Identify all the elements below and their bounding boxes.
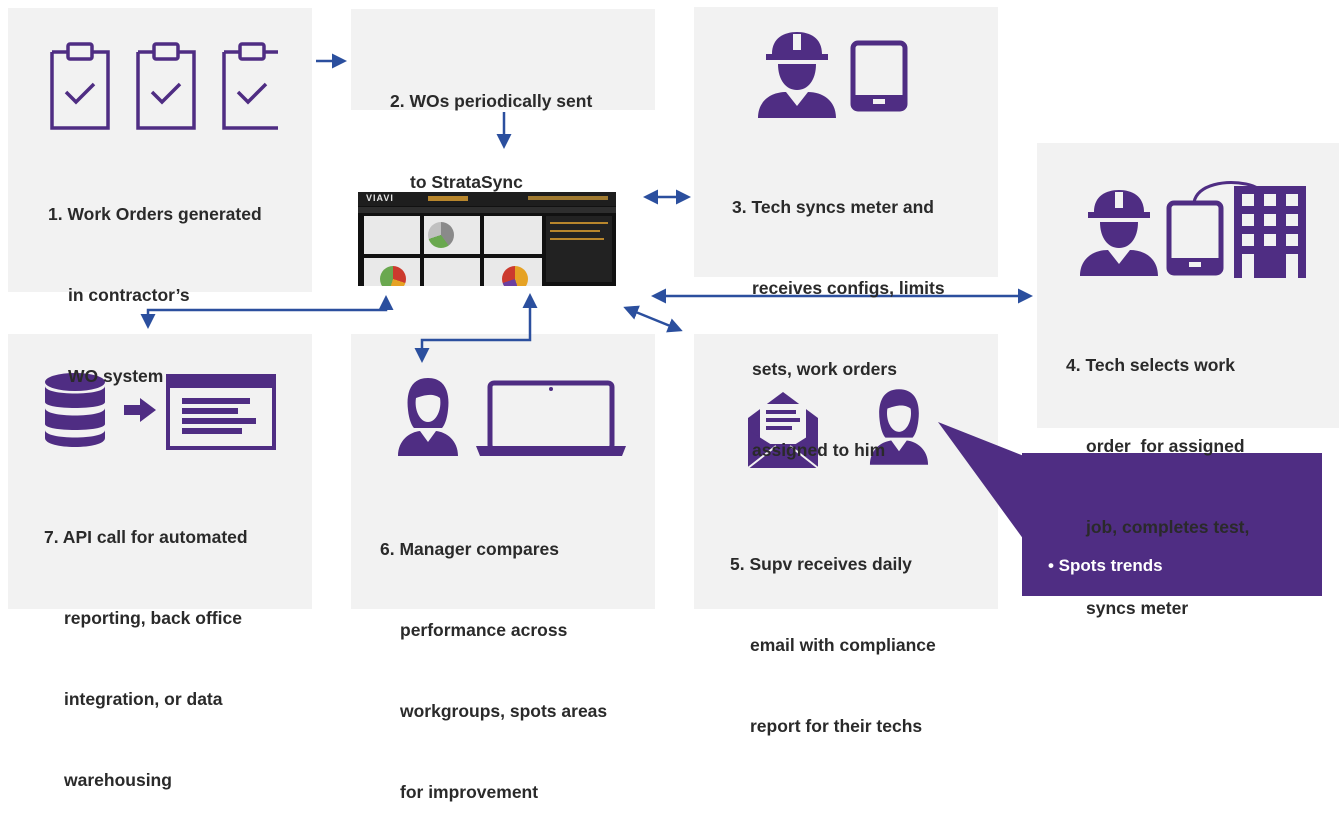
step-5-text: 5. Supv receives daily email with compli…	[730, 497, 936, 767]
step-7-line: warehousing	[64, 770, 172, 790]
step-1-line: WO system	[68, 366, 164, 386]
step-3-text: 3. Tech syncs meter and receives configs…	[732, 140, 945, 491]
step-3-line: assigned to him	[752, 440, 886, 460]
step-2-text: 2. WOs periodically sent to StrataSync	[390, 34, 592, 223]
step-4-line: order for assigned	[1086, 436, 1245, 456]
step-5-line: report for their techs	[750, 716, 923, 736]
step-7-line: reporting, back office	[64, 608, 242, 628]
step-6-line: workgroups, spots areas	[400, 701, 608, 721]
step-5-line: 5. Supv receives daily	[730, 554, 912, 574]
clipboard-check-icon	[48, 40, 49, 41]
tablet-icon	[850, 40, 908, 112]
step-3-line: sets, work orders	[752, 359, 897, 379]
laptop-icon	[476, 380, 626, 456]
callout-bullet: • Determines root cause	[1048, 661, 1242, 680]
step-4-line: 4. Tech selects work	[1066, 355, 1235, 375]
step-2-line: 2. WOs periodically sent	[390, 91, 593, 111]
arrow-dashboard-5	[623, 305, 683, 333]
step-4-line: syncs meter	[1086, 598, 1189, 618]
step-1-line: 1. Work Orders generated	[48, 204, 262, 224]
technician-icon	[1080, 190, 1158, 276]
tablet-icon	[1166, 200, 1224, 276]
step-7-line: integration, or data	[64, 689, 223, 709]
building-icon	[1234, 186, 1306, 278]
step-6-line: 6. Manager compares	[380, 539, 559, 559]
step-7-line: 7. API call for automated	[44, 527, 248, 547]
manager-icon	[398, 378, 458, 456]
step-5-line: email with compliance	[750, 635, 936, 655]
step-7-text: 7. API call for automated reporting, bac…	[44, 470, 248, 821]
step-6-text: 6. Manager compares performance across w…	[380, 482, 607, 833]
step-6-line: performance across	[400, 620, 568, 640]
step-1-text: 1. Work Orders generated in contractor’s…	[48, 147, 262, 417]
technician-icon	[758, 32, 836, 118]
clipboard-icons	[50, 42, 278, 130]
step-6-line: for improvement	[400, 782, 539, 802]
callout-bullet: • Addresses issue	[1048, 766, 1194, 785]
step-3-line: receives configs, limits	[752, 278, 945, 298]
step-4-line: job, completes test,	[1086, 517, 1250, 537]
step-1-line: in contractor’s	[68, 285, 190, 305]
step-2-line: to StrataSync	[410, 172, 523, 192]
step-4-text: 4. Tech selects work order for assigned …	[1066, 298, 1249, 649]
step-3-line: 3. Tech syncs meter and	[732, 197, 934, 217]
